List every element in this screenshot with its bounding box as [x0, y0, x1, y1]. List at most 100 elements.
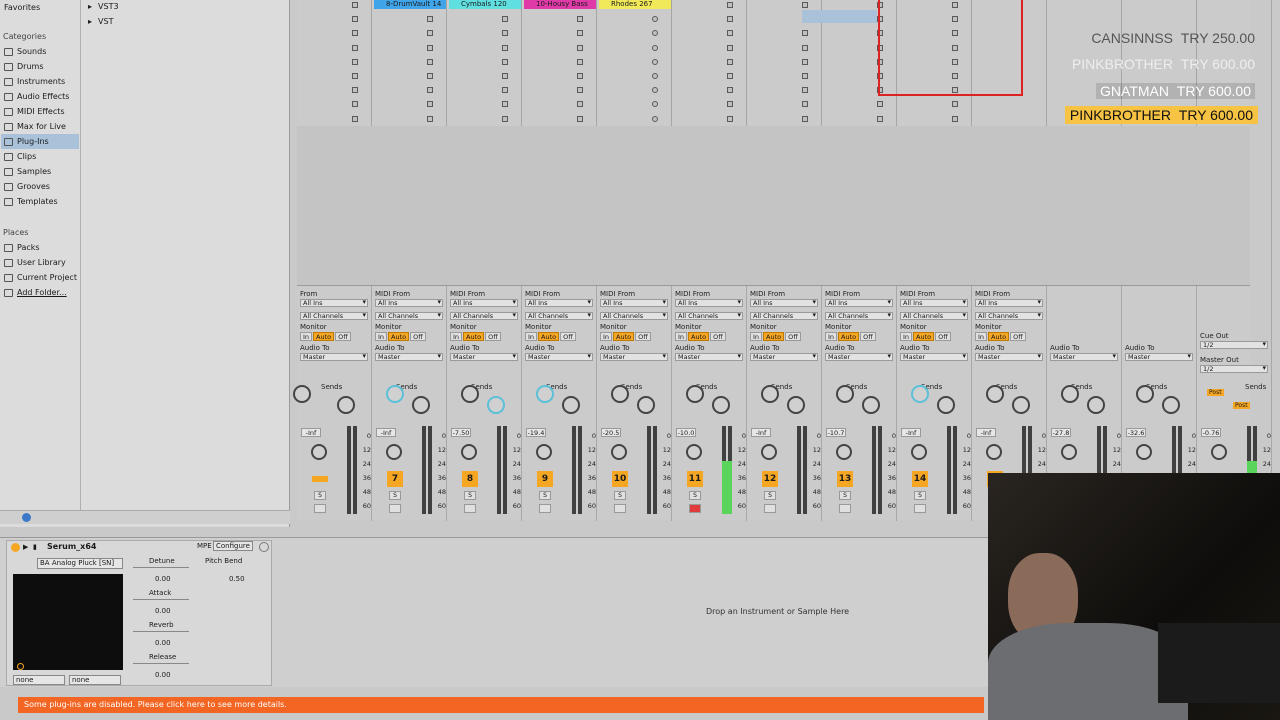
clip-slot[interactable] [352, 58, 358, 65]
monitor-auto-button[interactable]: Auto [763, 332, 785, 341]
monitor-auto-button[interactable]: Auto [613, 332, 635, 341]
mpe-label[interactable]: MPE [197, 542, 212, 550]
monitor-in-button[interactable]: In [975, 332, 988, 341]
midi-channel-select[interactable]: All Channels [375, 312, 443, 320]
midi-input-select[interactable]: All Ins [375, 299, 443, 307]
monitor-auto-button[interactable]: Auto [538, 332, 560, 341]
clip-slot[interactable] [502, 44, 508, 51]
device-menu-icon[interactable] [259, 542, 269, 552]
send-b-knob[interactable] [337, 396, 355, 414]
arm-button[interactable] [914, 504, 926, 513]
category-sounds[interactable]: Sounds [4, 44, 46, 59]
clip-slot[interactable] [577, 44, 583, 51]
monitor-off-button[interactable]: Off [935, 332, 951, 341]
pan-knob[interactable] [1061, 444, 1077, 460]
clip-slot[interactable] [577, 30, 583, 37]
send-b-knob[interactable] [1162, 396, 1180, 414]
audio-output-select[interactable]: Master [600, 353, 668, 361]
clip-slot[interactable] [652, 16, 658, 23]
monitor-off-button[interactable]: Off [485, 332, 501, 341]
volume-display[interactable]: -Inf [751, 428, 771, 437]
pan-knob[interactable] [536, 444, 552, 460]
clip-slot[interactable] [727, 58, 733, 65]
volume-display[interactable]: -32.6 [1126, 428, 1146, 437]
clip-slot[interactable] [802, 115, 808, 122]
send-a-knob[interactable] [1136, 385, 1154, 403]
pan-knob[interactable] [311, 444, 327, 460]
send-b-knob[interactable] [937, 396, 955, 414]
send-b-knob[interactable] [787, 396, 805, 414]
volume-display[interactable]: -10.0 [676, 428, 696, 437]
send-a-knob[interactable] [386, 385, 404, 403]
track-activator-button[interactable]: 7 [387, 471, 403, 487]
device-power-icon[interactable] [11, 543, 20, 552]
category-instruments[interactable]: Instruments [4, 74, 65, 89]
midi-input-select[interactable]: All Ins [975, 299, 1043, 307]
category-samples[interactable]: Samples [4, 164, 51, 179]
clip-slot[interactable] [802, 101, 808, 108]
volume-display[interactable]: -Inf [901, 428, 921, 437]
clip-slot[interactable] [502, 73, 508, 79]
arm-button[interactable] [689, 504, 701, 513]
monitor-auto-button[interactable]: Auto [388, 332, 410, 341]
solo-button[interactable]: S [389, 491, 401, 500]
play-icon[interactable]: ▶ [23, 543, 28, 551]
clip-slot[interactable] [577, 73, 583, 79]
monitor-off-button[interactable]: Off [785, 332, 801, 341]
category-templates[interactable]: Templates [4, 194, 58, 209]
pitch-bend-value[interactable]: 0.50 [229, 575, 245, 583]
monitor-in-button[interactable]: In [525, 332, 538, 341]
send-a-knob[interactable] [293, 385, 311, 403]
clip-slot[interactable] [352, 44, 358, 51]
clip-slot[interactable] [352, 16, 358, 23]
place-current-project[interactable]: Current Project [4, 270, 77, 285]
arm-button[interactable] [614, 504, 626, 513]
category-clips[interactable]: Clips [4, 149, 36, 164]
clip-slot[interactable] [352, 115, 358, 122]
solo-button[interactable]: S [464, 491, 476, 500]
volume-display[interactable]: -Inf [976, 428, 996, 437]
midi-channel-select[interactable]: All Channels [900, 312, 968, 320]
midi-channel-select[interactable]: All Channels [750, 312, 818, 320]
clip[interactable]: Rhodes 267 [599, 0, 671, 9]
send-a-knob[interactable] [911, 385, 929, 403]
clip[interactable]: 8-DrumVault 14 [374, 0, 446, 9]
pan-knob[interactable] [611, 444, 627, 460]
clip-slot[interactable] [802, 2, 808, 8]
volume-display[interactable]: -7.50 [451, 428, 471, 437]
clip-slot[interactable] [727, 30, 733, 37]
audio-output-select[interactable]: Master [1125, 353, 1193, 361]
track-activator-button[interactable] [312, 476, 328, 482]
master-out-select[interactable]: 1/2 [1200, 365, 1268, 373]
clip-slot[interactable] [427, 16, 433, 23]
pan-knob[interactable] [461, 444, 477, 460]
send-a-knob[interactable] [986, 385, 1004, 403]
clip-slot[interactable] [877, 101, 883, 108]
category-plug-ins[interactable]: Plug-Ins [1, 134, 79, 149]
pan-knob[interactable] [386, 444, 402, 460]
macro-value[interactable]: 0.00 [155, 671, 171, 679]
clip-slot[interactable] [502, 16, 508, 23]
arm-button[interactable] [389, 504, 401, 513]
send-b-knob[interactable] [1012, 396, 1030, 414]
monitor-in-button[interactable]: In [600, 332, 613, 341]
midi-channel-select[interactable]: All Channels [825, 312, 893, 320]
arm-button[interactable] [314, 504, 326, 513]
clip-slot[interactable] [652, 58, 658, 65]
monitor-in-button[interactable]: In [300, 332, 313, 341]
audio-output-select[interactable]: Master [825, 353, 893, 361]
clip-slot[interactable] [502, 58, 508, 65]
send-b-knob[interactable] [412, 396, 430, 414]
browser-favorites[interactable]: Favorites [4, 0, 40, 15]
clip-slot[interactable] [577, 58, 583, 65]
clip[interactable]: 10-Housy Bass [524, 0, 596, 9]
audio-output-select[interactable]: Master [675, 353, 743, 361]
audio-output-select[interactable]: Master [1050, 353, 1118, 361]
solo-button[interactable]: S [539, 491, 551, 500]
midi-channel-select[interactable]: All Channels [450, 312, 518, 320]
clip-slot[interactable] [727, 101, 733, 108]
clip-slot[interactable] [577, 87, 583, 94]
send-b-knob[interactable] [487, 396, 505, 414]
solo-button[interactable]: S [914, 491, 926, 500]
clip[interactable]: Cymbals 120 [449, 0, 521, 9]
